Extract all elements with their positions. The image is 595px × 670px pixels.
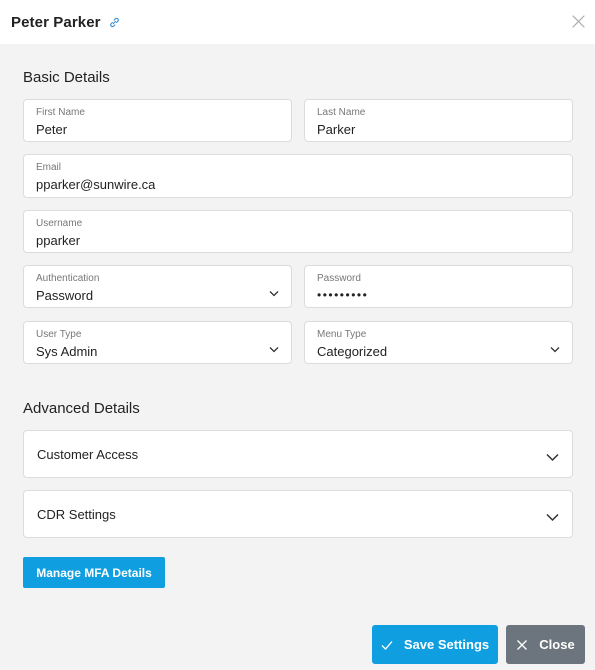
authentication-value: Password bbox=[36, 288, 94, 303]
last-name-field[interactable]: Last Name Parker bbox=[304, 99, 573, 142]
authentication-label: Authentication bbox=[36, 273, 100, 284]
advanced-details-heading: Advanced Details bbox=[23, 400, 140, 417]
menu-type-select[interactable]: Menu Type Categorized bbox=[304, 321, 573, 364]
first-name-field[interactable]: First Name Peter bbox=[23, 99, 292, 142]
menu-type-label: Menu Type bbox=[317, 329, 367, 340]
link-icon[interactable] bbox=[109, 16, 121, 28]
chevron-down-icon[interactable] bbox=[546, 510, 559, 522]
check-icon bbox=[381, 639, 393, 651]
menu-type-value: Categorized bbox=[317, 344, 388, 359]
cdr-settings-accordion[interactable]: CDR Settings bbox=[23, 490, 573, 538]
close-button[interactable]: Close bbox=[506, 625, 585, 664]
username-value[interactable]: pparker bbox=[36, 233, 561, 248]
manage-mfa-button[interactable]: Manage MFA Details bbox=[23, 557, 165, 588]
user-type-value: Sys Admin bbox=[36, 344, 98, 359]
dialog-header: Peter Parker bbox=[0, 0, 595, 44]
last-name-value[interactable]: Parker bbox=[317, 122, 561, 137]
first-name-label: First Name bbox=[36, 107, 85, 118]
chevron-down-icon[interactable] bbox=[269, 284, 279, 297]
chevron-down-icon[interactable] bbox=[269, 340, 279, 353]
password-value[interactable]: ••••••••• bbox=[317, 288, 561, 303]
save-settings-label: Save Settings bbox=[403, 637, 490, 652]
close-label: Close bbox=[539, 637, 575, 652]
basic-details-heading: Basic Details bbox=[23, 69, 110, 86]
accordion-label: CDR Settings bbox=[37, 506, 116, 522]
page-title: Peter Parker bbox=[11, 13, 101, 31]
chevron-down-icon[interactable] bbox=[550, 340, 560, 353]
accordion-label: Customer Access bbox=[37, 446, 139, 462]
last-name-label: Last Name bbox=[317, 107, 366, 118]
user-type-label: User Type bbox=[36, 329, 82, 340]
customer-access-accordion[interactable]: Customer Access bbox=[23, 430, 573, 478]
first-name-value[interactable]: Peter bbox=[36, 122, 280, 137]
close-icon[interactable] bbox=[572, 15, 585, 28]
password-label: Password bbox=[317, 273, 361, 284]
username-field[interactable]: Username pparker bbox=[23, 210, 573, 253]
email-label: Email bbox=[36, 162, 62, 173]
authentication-select[interactable]: Authentication Password bbox=[23, 265, 292, 308]
password-field[interactable]: Password ••••••••• bbox=[304, 265, 573, 308]
email-value[interactable]: pparker@sunwire.ca bbox=[36, 177, 561, 192]
username-label: Username bbox=[36, 218, 83, 229]
user-type-select[interactable]: User Type Sys Admin bbox=[23, 321, 292, 364]
email-field[interactable]: Email pparker@sunwire.ca bbox=[23, 154, 573, 198]
chevron-down-icon[interactable] bbox=[546, 450, 559, 462]
close-icon bbox=[516, 639, 528, 651]
save-settings-button[interactable]: Save Settings bbox=[372, 625, 498, 664]
